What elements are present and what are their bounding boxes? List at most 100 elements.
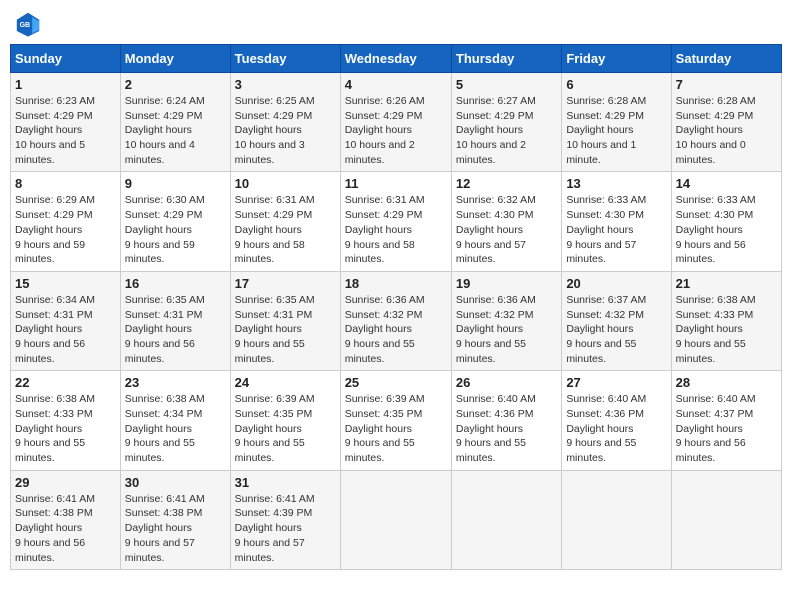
logo: GB [14, 10, 46, 38]
day-info: Sunrise: 6:26 AM Sunset: 4:29 PM Dayligh… [345, 94, 447, 167]
day-info: Sunrise: 6:40 AM Sunset: 4:37 PM Dayligh… [676, 392, 777, 465]
day-info: Sunrise: 6:33 AM Sunset: 4:30 PM Dayligh… [566, 193, 666, 266]
day-info: Sunrise: 6:30 AM Sunset: 4:29 PM Dayligh… [125, 193, 226, 266]
day-number: 4 [345, 77, 447, 92]
day-info: Sunrise: 6:35 AM Sunset: 4:31 PM Dayligh… [235, 293, 336, 366]
day-number: 14 [676, 176, 777, 191]
day-number: 29 [15, 475, 116, 490]
day-number: 28 [676, 375, 777, 390]
day-number: 3 [235, 77, 336, 92]
day-cell: 27 Sunrise: 6:40 AM Sunset: 4:36 PM Dayl… [562, 371, 671, 470]
day-cell: 15 Sunrise: 6:34 AM Sunset: 4:31 PM Dayl… [11, 271, 121, 370]
day-number: 9 [125, 176, 226, 191]
day-cell [451, 470, 561, 569]
column-header-monday: Monday [120, 45, 230, 73]
day-info: Sunrise: 6:25 AM Sunset: 4:29 PM Dayligh… [235, 94, 336, 167]
day-cell: 21 Sunrise: 6:38 AM Sunset: 4:33 PM Dayl… [671, 271, 781, 370]
day-number: 8 [15, 176, 116, 191]
day-cell: 29 Sunrise: 6:41 AM Sunset: 4:38 PM Dayl… [11, 470, 121, 569]
day-cell: 17 Sunrise: 6:35 AM Sunset: 4:31 PM Dayl… [230, 271, 340, 370]
calendar-body: 1 Sunrise: 6:23 AM Sunset: 4:29 PM Dayli… [11, 73, 782, 570]
day-info: Sunrise: 6:40 AM Sunset: 4:36 PM Dayligh… [456, 392, 557, 465]
calendar-header-row: SundayMondayTuesdayWednesdayThursdayFrid… [11, 45, 782, 73]
day-cell: 19 Sunrise: 6:36 AM Sunset: 4:32 PM Dayl… [451, 271, 561, 370]
day-number: 23 [125, 375, 226, 390]
day-cell: 1 Sunrise: 6:23 AM Sunset: 4:29 PM Dayli… [11, 73, 121, 172]
day-number: 24 [235, 375, 336, 390]
day-info: Sunrise: 6:32 AM Sunset: 4:30 PM Dayligh… [456, 193, 557, 266]
day-cell [340, 470, 451, 569]
day-cell: 24 Sunrise: 6:39 AM Sunset: 4:35 PM Dayl… [230, 371, 340, 470]
week-row-5: 29 Sunrise: 6:41 AM Sunset: 4:38 PM Dayl… [11, 470, 782, 569]
day-info: Sunrise: 6:34 AM Sunset: 4:31 PM Dayligh… [15, 293, 116, 366]
week-row-1: 1 Sunrise: 6:23 AM Sunset: 4:29 PM Dayli… [11, 73, 782, 172]
day-cell: 7 Sunrise: 6:28 AM Sunset: 4:29 PM Dayli… [671, 73, 781, 172]
week-row-2: 8 Sunrise: 6:29 AM Sunset: 4:29 PM Dayli… [11, 172, 782, 271]
day-number: 30 [125, 475, 226, 490]
day-info: Sunrise: 6:38 AM Sunset: 4:33 PM Dayligh… [676, 293, 777, 366]
day-info: Sunrise: 6:28 AM Sunset: 4:29 PM Dayligh… [566, 94, 666, 167]
day-number: 16 [125, 276, 226, 291]
column-header-friday: Friday [562, 45, 671, 73]
day-cell: 10 Sunrise: 6:31 AM Sunset: 4:29 PM Dayl… [230, 172, 340, 271]
day-cell: 9 Sunrise: 6:30 AM Sunset: 4:29 PM Dayli… [120, 172, 230, 271]
day-info: Sunrise: 6:37 AM Sunset: 4:32 PM Dayligh… [566, 293, 666, 366]
day-cell: 6 Sunrise: 6:28 AM Sunset: 4:29 PM Dayli… [562, 73, 671, 172]
day-info: Sunrise: 6:23 AM Sunset: 4:29 PM Dayligh… [15, 94, 116, 167]
day-number: 17 [235, 276, 336, 291]
column-header-wednesday: Wednesday [340, 45, 451, 73]
day-number: 31 [235, 475, 336, 490]
day-info: Sunrise: 6:41 AM Sunset: 4:38 PM Dayligh… [15, 492, 116, 565]
day-number: 12 [456, 176, 557, 191]
day-cell: 20 Sunrise: 6:37 AM Sunset: 4:32 PM Dayl… [562, 271, 671, 370]
day-info: Sunrise: 6:39 AM Sunset: 4:35 PM Dayligh… [235, 392, 336, 465]
day-cell: 18 Sunrise: 6:36 AM Sunset: 4:32 PM Dayl… [340, 271, 451, 370]
day-cell [562, 470, 671, 569]
day-cell: 22 Sunrise: 6:38 AM Sunset: 4:33 PM Dayl… [11, 371, 121, 470]
day-info: Sunrise: 6:41 AM Sunset: 4:39 PM Dayligh… [235, 492, 336, 565]
day-cell: 28 Sunrise: 6:40 AM Sunset: 4:37 PM Dayl… [671, 371, 781, 470]
day-number: 19 [456, 276, 557, 291]
column-header-thursday: Thursday [451, 45, 561, 73]
column-header-sunday: Sunday [11, 45, 121, 73]
day-number: 7 [676, 77, 777, 92]
day-number: 20 [566, 276, 666, 291]
day-cell: 5 Sunrise: 6:27 AM Sunset: 4:29 PM Dayli… [451, 73, 561, 172]
day-cell: 14 Sunrise: 6:33 AM Sunset: 4:30 PM Dayl… [671, 172, 781, 271]
day-info: Sunrise: 6:35 AM Sunset: 4:31 PM Dayligh… [125, 293, 226, 366]
day-info: Sunrise: 6:38 AM Sunset: 4:34 PM Dayligh… [125, 392, 226, 465]
day-number: 21 [676, 276, 777, 291]
day-info: Sunrise: 6:39 AM Sunset: 4:35 PM Dayligh… [345, 392, 447, 465]
day-number: 2 [125, 77, 226, 92]
day-number: 11 [345, 176, 447, 191]
day-cell: 2 Sunrise: 6:24 AM Sunset: 4:29 PM Dayli… [120, 73, 230, 172]
day-info: Sunrise: 6:36 AM Sunset: 4:32 PM Dayligh… [456, 293, 557, 366]
day-number: 25 [345, 375, 447, 390]
day-info: Sunrise: 6:36 AM Sunset: 4:32 PM Dayligh… [345, 293, 447, 366]
day-info: Sunrise: 6:29 AM Sunset: 4:29 PM Dayligh… [15, 193, 116, 266]
svg-text:GB: GB [20, 22, 31, 29]
day-number: 1 [15, 77, 116, 92]
day-number: 26 [456, 375, 557, 390]
week-row-3: 15 Sunrise: 6:34 AM Sunset: 4:31 PM Dayl… [11, 271, 782, 370]
day-info: Sunrise: 6:33 AM Sunset: 4:30 PM Dayligh… [676, 193, 777, 266]
day-info: Sunrise: 6:31 AM Sunset: 4:29 PM Dayligh… [235, 193, 336, 266]
day-info: Sunrise: 6:38 AM Sunset: 4:33 PM Dayligh… [15, 392, 116, 465]
day-cell: 31 Sunrise: 6:41 AM Sunset: 4:39 PM Dayl… [230, 470, 340, 569]
header: GB [10, 10, 782, 38]
day-number: 5 [456, 77, 557, 92]
day-info: Sunrise: 6:27 AM Sunset: 4:29 PM Dayligh… [456, 94, 557, 167]
day-info: Sunrise: 6:41 AM Sunset: 4:38 PM Dayligh… [125, 492, 226, 565]
day-cell: 3 Sunrise: 6:25 AM Sunset: 4:29 PM Dayli… [230, 73, 340, 172]
day-cell [671, 470, 781, 569]
logo-icon: GB [14, 10, 42, 38]
day-cell: 23 Sunrise: 6:38 AM Sunset: 4:34 PM Dayl… [120, 371, 230, 470]
day-number: 15 [15, 276, 116, 291]
day-info: Sunrise: 6:28 AM Sunset: 4:29 PM Dayligh… [676, 94, 777, 167]
day-cell: 13 Sunrise: 6:33 AM Sunset: 4:30 PM Dayl… [562, 172, 671, 271]
day-cell: 25 Sunrise: 6:39 AM Sunset: 4:35 PM Dayl… [340, 371, 451, 470]
day-number: 13 [566, 176, 666, 191]
day-cell: 4 Sunrise: 6:26 AM Sunset: 4:29 PM Dayli… [340, 73, 451, 172]
column-header-tuesday: Tuesday [230, 45, 340, 73]
day-number: 27 [566, 375, 666, 390]
